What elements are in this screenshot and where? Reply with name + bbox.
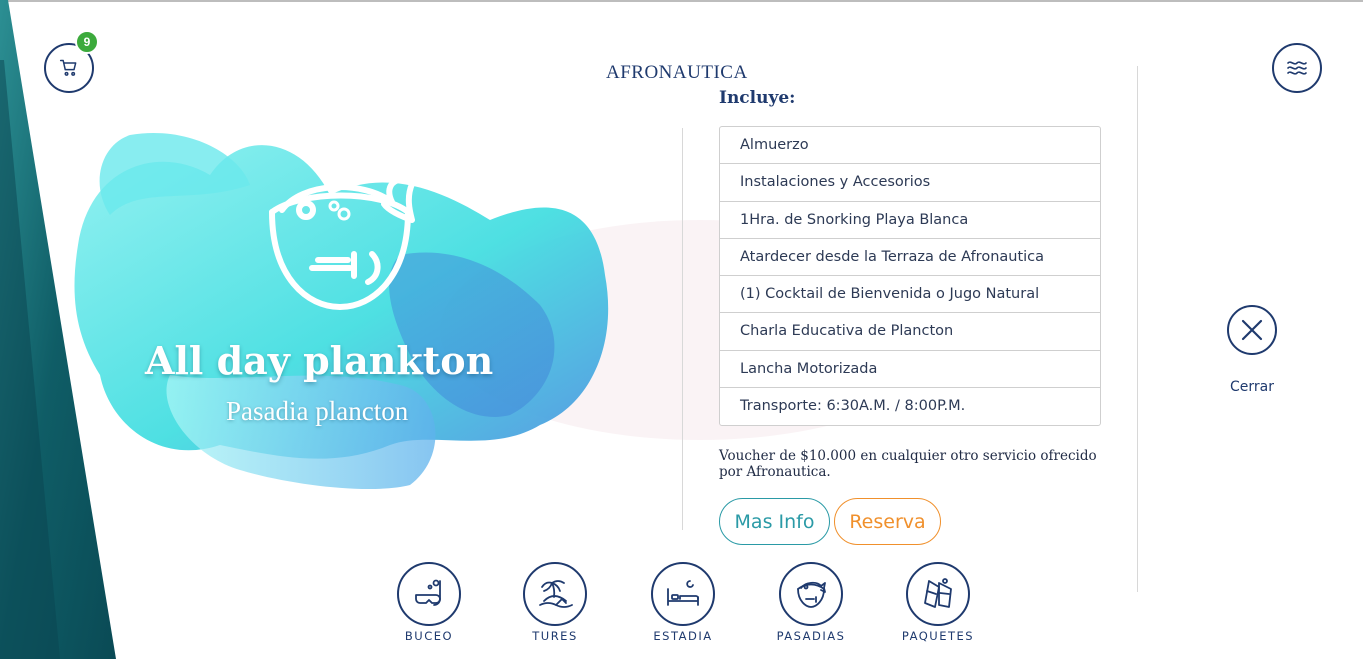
nav-label: TURES xyxy=(532,629,578,643)
close-button[interactable] xyxy=(1227,305,1277,355)
list-item: Atardecer desde la Terraza de Afronautic… xyxy=(720,239,1100,277)
nav-icon-circle xyxy=(779,562,843,626)
nav-icon-circle xyxy=(397,562,461,626)
menu-button[interactable] xyxy=(1272,43,1322,93)
nav-item-pasadias[interactable]: PASADIAS xyxy=(766,562,856,643)
nav-label: PASADIAS xyxy=(776,629,846,643)
list-item: Lancha Motorizada xyxy=(720,351,1100,389)
list-item: (1) Cocktail de Bienvenida o Jugo Natura… xyxy=(720,276,1100,314)
includes-heading: Incluye: xyxy=(719,88,796,108)
voucher-text: Voucher de $10.000 en cualquier otro ser… xyxy=(719,448,1097,480)
list-item: Almuerzo xyxy=(720,127,1100,165)
list-item: Transporte: 6:30A.M. / 8:00P.M. xyxy=(740,398,966,415)
waves-menu-icon xyxy=(1287,61,1307,75)
reserve-button[interactable]: Reserva xyxy=(834,498,941,545)
hero-title: All day plankton xyxy=(145,338,494,383)
content-divider xyxy=(682,128,683,530)
island-palm-icon xyxy=(539,580,573,608)
nav-label: PAQUETES xyxy=(901,629,975,643)
logo-text: AFRONAUTICA xyxy=(606,62,748,83)
list-item: Instalaciones y Accesorios xyxy=(720,164,1100,202)
includes-list: Almuerzo Instalaciones y Accesorios 1Hra… xyxy=(719,126,1101,427)
fins-icon xyxy=(924,578,952,608)
cart-icon xyxy=(59,59,77,76)
nav-icon-circle xyxy=(906,562,970,626)
list-item: 1Hra. de Snorking Playa Blanca xyxy=(720,202,1100,239)
nav-label: BUCEO xyxy=(404,629,454,643)
nav-item-estadia[interactable]: ESTADIA xyxy=(638,562,728,643)
nav-icon-circle xyxy=(651,562,715,626)
close-icon xyxy=(1241,319,1263,341)
nav-icon-circle xyxy=(523,562,587,626)
nav-item-paquetes[interactable]: PAQUETES xyxy=(893,562,983,643)
bed-icon xyxy=(667,580,699,606)
sidebar-divider xyxy=(1137,66,1138,592)
close-label: Cerrar xyxy=(1230,379,1274,395)
more-info-button[interactable]: Mas Info xyxy=(719,498,830,545)
snorkel-mask-icon xyxy=(415,579,441,606)
top-border xyxy=(0,0,1363,2)
nav-item-tures[interactable]: TURES xyxy=(510,562,600,643)
nav-label: ESTADIA xyxy=(653,629,713,643)
fish-plate-icon xyxy=(797,581,826,608)
cart-count-badge: 9 xyxy=(75,30,99,54)
fish-bowl-icon xyxy=(269,176,415,310)
hero-subtitle: Pasadia plancton xyxy=(226,396,409,426)
list-item: Charla Educativa de Plancton xyxy=(720,313,1100,351)
nav-item-buceo[interactable]: BUCEO xyxy=(384,562,474,643)
